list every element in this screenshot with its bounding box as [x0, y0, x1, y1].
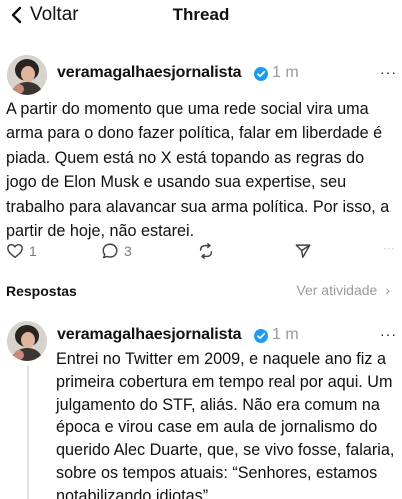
top-bar: Voltar Thread [0, 0, 402, 32]
overflow-icon: ··· [383, 241, 395, 255]
verified-badge-icon [254, 329, 268, 343]
repost-icon [199, 243, 213, 259]
page-title: Thread [172, 5, 230, 24]
replies-header: Respostas [6, 283, 77, 299]
post-actions: 1 3 ··· [0, 241, 402, 263]
like-count: 1 [29, 243, 37, 259]
comment-button[interactable]: 3 [101, 242, 132, 260]
reply-more-button[interactable]: ··· [380, 326, 397, 342]
share-icon [295, 244, 311, 259]
repost-button[interactable] [197, 242, 215, 260]
post-time: 1 m [272, 64, 299, 81]
reply-text: Entrei no Twitter em 2009, e naquele ano… [56, 350, 395, 499]
reply-time: 1 m [272, 326, 299, 343]
reply-username[interactable]: veramagalhaesjornalista [57, 326, 242, 344]
like-button[interactable]: 1 [6, 242, 37, 260]
post-username[interactable]: veramagalhaesjornalista [57, 64, 242, 82]
avatar[interactable] [7, 55, 47, 95]
view-activity-link[interactable]: Ver atividade › [296, 282, 390, 298]
heart-icon [7, 243, 23, 259]
avatar-photo [7, 321, 47, 361]
comment-icon [102, 243, 118, 259]
reply-avatar[interactable] [7, 321, 47, 361]
post-more-button[interactable]: ··· [380, 64, 397, 80]
avatar-photo [7, 55, 47, 95]
chevron-right-icon: › [385, 282, 390, 298]
view-activity-label: Ver atividade [296, 282, 378, 298]
post-text: A partir do momento que uma rede social … [6, 100, 390, 241]
thread-line [27, 365, 29, 499]
comment-count: 3 [124, 243, 132, 259]
verified-badge-icon [254, 67, 268, 81]
share-button[interactable] [294, 242, 312, 260]
